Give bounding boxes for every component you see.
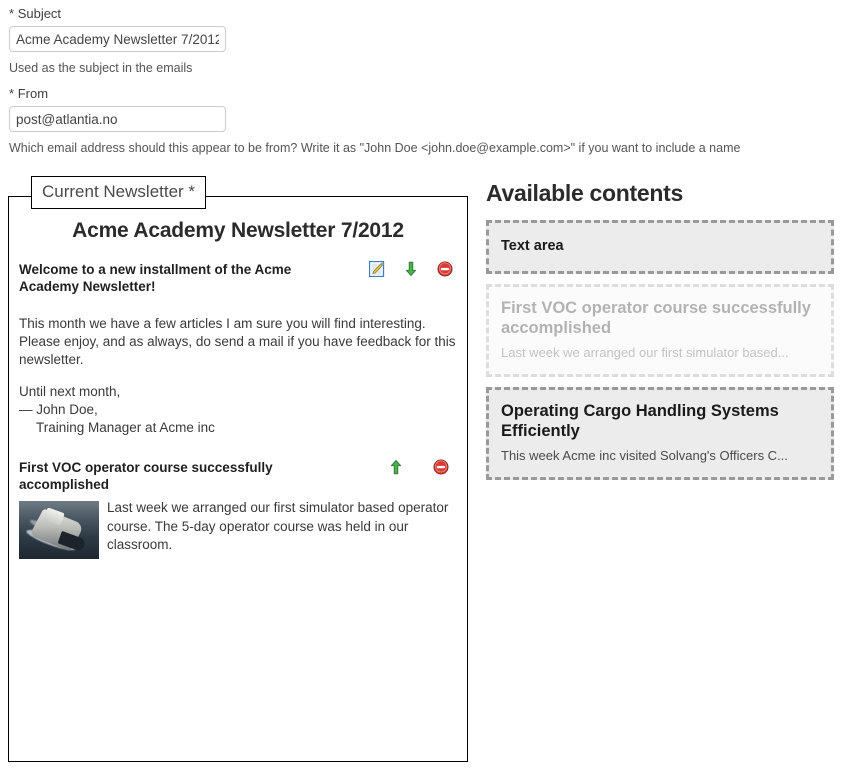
- newsletter-block-actions: [368, 260, 453, 278]
- available-item-voc-course[interactable]: First VOC operator course successfully a…: [486, 284, 834, 377]
- newsletter-form: * Subject Used as the subject in the ema…: [0, 0, 844, 160]
- newsletter-block-title: First VOC operator course successfully a…: [19, 460, 273, 492]
- subject-input[interactable]: [9, 26, 226, 52]
- signature-role: Training Manager at Acme inc: [36, 420, 215, 435]
- newsletter-title: Acme Academy Newsletter 7/2012: [72, 219, 404, 242]
- available-item-text-area[interactable]: Text area: [486, 220, 834, 274]
- move-up-icon[interactable]: [388, 459, 404, 475]
- available-item-title: Operating Cargo Handling Systems Efficie…: [501, 402, 779, 440]
- from-required-marker: *: [9, 86, 15, 101]
- remove-icon[interactable]: [437, 261, 453, 277]
- available-item-title: Text area: [501, 238, 564, 254]
- from-label: * From: [0, 80, 844, 104]
- newsletter-paragraph: Please enjoy, and as always, do send a m…: [19, 334, 456, 367]
- newsletter-block-body: This month we have a few articles I am s…: [19, 315, 457, 437]
- available-contents-panel: Available contents Text area First VOC o…: [486, 180, 834, 490]
- subject-required-marker: *: [9, 6, 15, 21]
- from-input[interactable]: [9, 106, 226, 132]
- available-item-cargo-handling[interactable]: Operating Cargo Handling Systems Efficie…: [486, 387, 834, 480]
- available-item-title: First VOC operator course successfully a…: [501, 299, 811, 337]
- move-down-icon[interactable]: [403, 261, 419, 277]
- available-item-excerpt: This week Acme inc visited Solvang's Off…: [501, 448, 788, 463]
- remove-icon[interactable]: [433, 459, 449, 475]
- newsletter-block-header: Welcome to a new installment of the Acme…: [19, 260, 457, 295]
- newsletter-block-article[interactable]: First VOC operator course successfully a…: [9, 459, 467, 563]
- newsletter-paragraph: This month we have a few articles I am s…: [19, 316, 426, 331]
- edit-icon[interactable]: [368, 260, 385, 278]
- newsletter-signature: Until next month, — John Doe, Training M…: [19, 383, 457, 437]
- subject-label: * Subject: [0, 0, 844, 24]
- signature-lead: Until next month,: [19, 384, 121, 399]
- newsletter-article-text: Last week we arranged our first simulato…: [107, 500, 449, 552]
- newsletter-block-title: Welcome to a new installment of the Acme…: [19, 262, 292, 294]
- available-contents-heading: Available contents: [486, 180, 683, 206]
- subject-help-text: Used as the subject in the emails: [9, 61, 193, 75]
- newsletter-article-body: Last week we arranged our first simulato…: [19, 499, 457, 563]
- from-label-text: From: [17, 86, 49, 101]
- current-newsletter-legend: Current Newsletter *: [31, 176, 207, 209]
- newsletter-block-welcome[interactable]: Welcome to a new installment of the Acme…: [9, 260, 467, 437]
- newsletter-block-header: First VOC operator course successfully a…: [19, 459, 457, 493]
- from-help-text: Which email address should this appear t…: [9, 141, 741, 155]
- newsletter-block-actions: [388, 459, 449, 475]
- subject-label-text: Subject: [17, 6, 62, 21]
- available-item-excerpt: Last week we arranged our first simulato…: [501, 345, 789, 360]
- ship-photo: [19, 501, 99, 559]
- current-newsletter-fieldset: Current Newsletter * Acme Academy Newsle…: [8, 176, 468, 762]
- signature-name: — John Doe,: [19, 402, 98, 417]
